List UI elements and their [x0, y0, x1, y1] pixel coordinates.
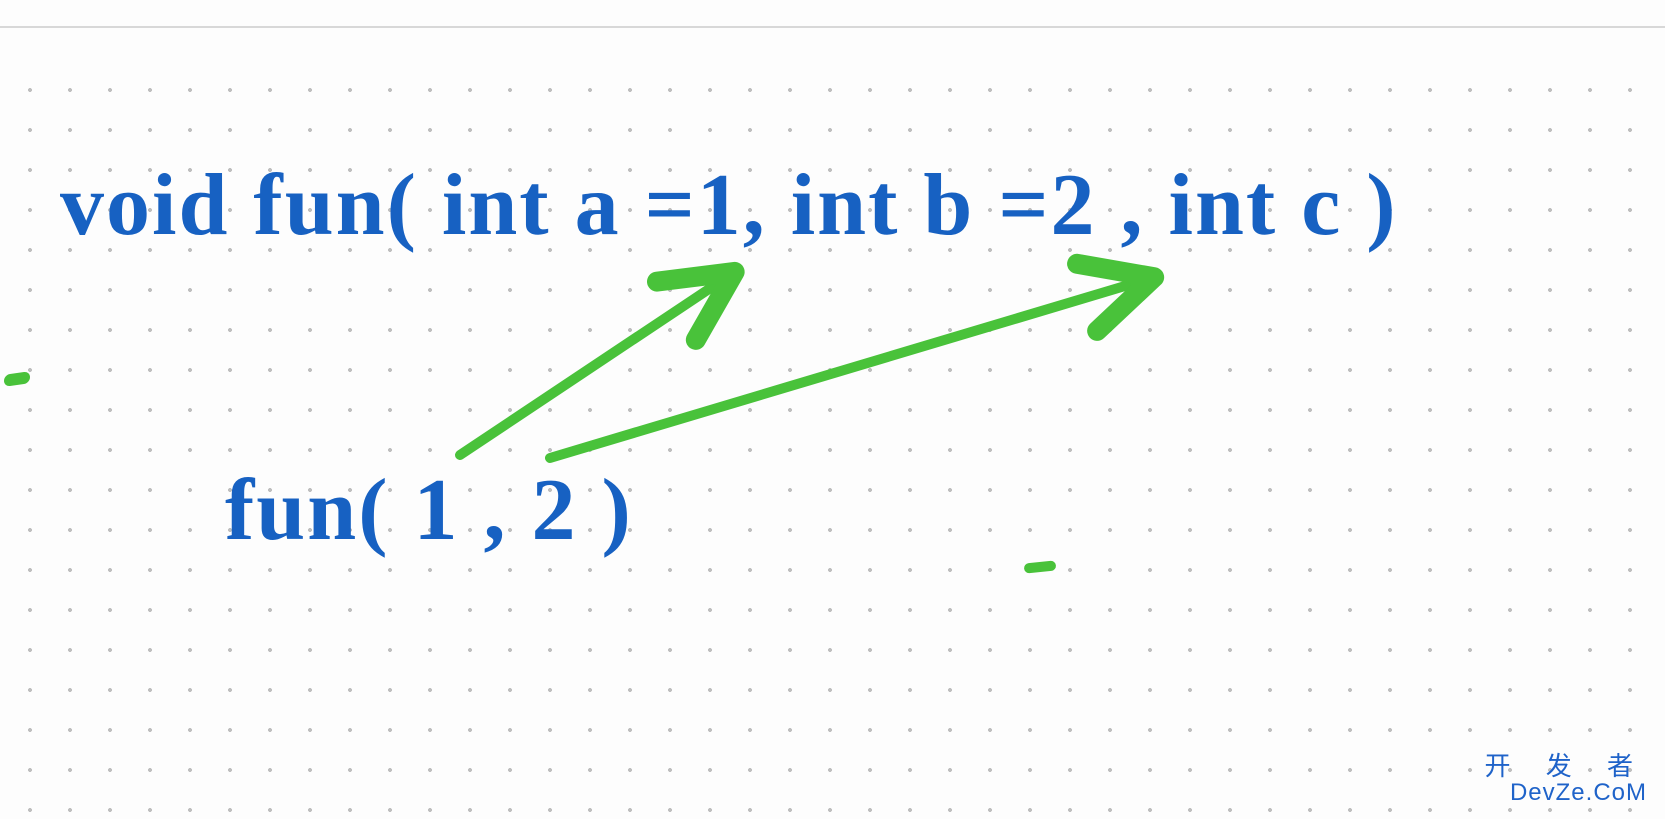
watermark: 开 发 者 DevZe.CoM — [1485, 753, 1647, 805]
watermark-cn: 开 发 者 — [1485, 753, 1647, 780]
watermark-en: DevZe.CoM — [1485, 780, 1647, 805]
top-divider — [0, 26, 1665, 28]
handwritten-declaration: void fun( int a =1, int b =2 , int c ) — [60, 155, 1398, 256]
whiteboard-canvas: void fun( int a =1, int b =2 , int c ) f… — [0, 0, 1665, 819]
handwritten-call: fun( 1 , 2 ) — [225, 460, 633, 561]
